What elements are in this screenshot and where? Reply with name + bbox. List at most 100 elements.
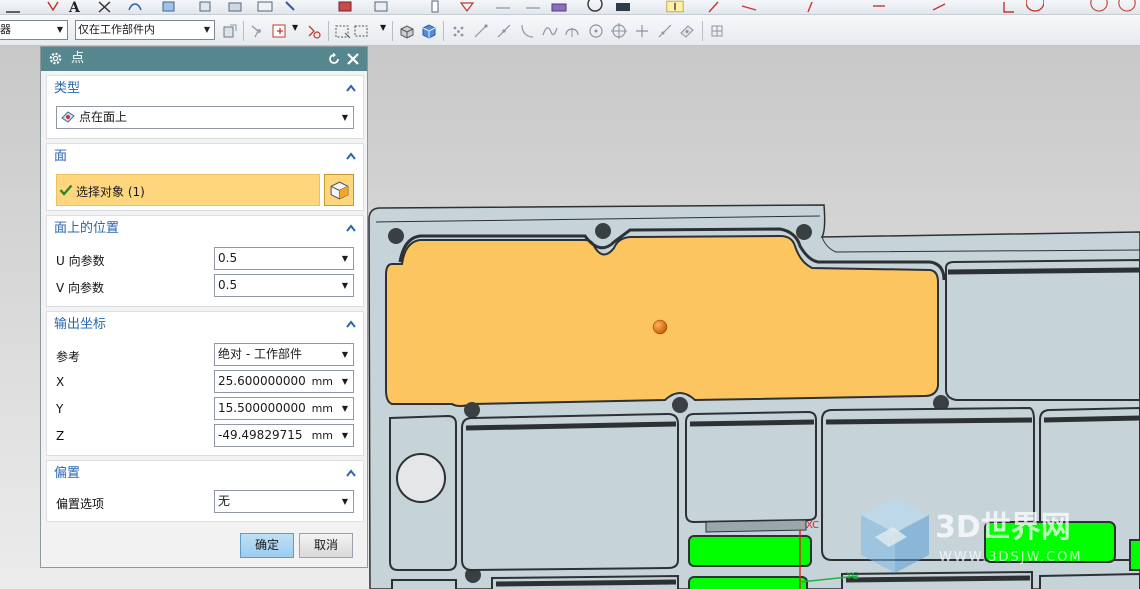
toolbar-separator (702, 21, 703, 41)
toolbar-icon[interactable] (740, 0, 758, 13)
x-value: 25.600000000 (218, 374, 306, 388)
toolbar-icon[interactable] (706, 0, 724, 13)
ok-button[interactable]: 确定 (240, 533, 294, 558)
text-icon[interactable]: A (66, 0, 84, 13)
select-object-row[interactable]: 选择对象 (1) (56, 174, 320, 206)
toolbar-icon[interactable] (586, 0, 604, 13)
general-selection-icon[interactable] (221, 22, 239, 40)
y-coordinate-input[interactable]: 15.500000000 mm ▼ (214, 397, 354, 420)
toolbar-icon[interactable] (550, 0, 568, 13)
offset-option-select[interactable]: 无 ▼ (214, 490, 354, 513)
chevron-up-icon[interactable] (345, 318, 357, 330)
section-offset-header[interactable]: 偏置 (47, 461, 363, 487)
offset-option-label: 偏置选项 (56, 497, 105, 511)
toolbar-icon[interactable] (336, 0, 354, 13)
section-face-header[interactable]: 面 (47, 144, 363, 170)
toolbar-icon[interactable] (372, 0, 390, 13)
z-coordinate-input[interactable]: -49.49829715 mm ▼ (214, 424, 354, 447)
toolbar-icon[interactable] (458, 0, 476, 13)
chevron-up-icon[interactable] (345, 222, 357, 234)
arc-center-icon[interactable] (563, 22, 581, 40)
toolbar-icon[interactable] (282, 0, 300, 13)
toolbar-icon[interactable] (1090, 0, 1108, 13)
quadrant-point-icon[interactable] (587, 22, 605, 40)
intersection-point-icon[interactable] (541, 22, 559, 40)
point-snap-icon[interactable] (450, 22, 468, 40)
gear-icon[interactable] (48, 51, 63, 66)
end-point-icon[interactable] (472, 22, 490, 40)
chevron-down-icon: ▼ (337, 344, 353, 365)
control-point-icon[interactable] (518, 22, 536, 40)
toolbar-icon[interactable] (870, 0, 888, 13)
toolbar-icon[interactable] (44, 0, 62, 13)
type-select[interactable]: 点在面上 ▼ (56, 106, 354, 129)
chevron-down-icon: ▼ (203, 25, 211, 34)
selection-scope-select[interactable]: 仅在工作部件内 ▼ (75, 20, 215, 40)
toolbar-icon[interactable] (804, 0, 822, 13)
point-on-curve-icon[interactable] (633, 22, 651, 40)
toolbar-icon[interactable] (426, 0, 444, 13)
section-type-header[interactable]: 类型 (47, 76, 363, 102)
type-filter-select[interactable]: 器 ▼ (0, 20, 68, 40)
triad-x-label: XC (806, 520, 819, 531)
cancel-button[interactable]: 取消 (299, 533, 353, 558)
x-coordinate-input[interactable]: 25.600000000 mm ▼ (214, 370, 354, 393)
face-body-icon[interactable] (420, 22, 438, 40)
mid-point-icon[interactable] (495, 22, 513, 40)
selection-scope-value: 仅在工作部件内 (78, 23, 155, 36)
reset-icon[interactable] (327, 52, 341, 66)
toolbar-icon[interactable] (614, 0, 632, 13)
u-param-input[interactable]: 0.5 ▼ (214, 247, 354, 270)
scissors-icon[interactable] (96, 0, 114, 13)
rectangle-select-icon[interactable] (334, 22, 352, 40)
existing-point-icon[interactable] (610, 22, 628, 40)
toolbar-icon[interactable] (524, 0, 542, 13)
section-position-header[interactable]: 面上的位置 (47, 216, 363, 242)
rectangle-select-icon[interactable] (352, 22, 370, 40)
dialog-title-bar[interactable]: 点 (41, 47, 367, 71)
y-label: Y (56, 402, 64, 416)
chevron-down-icon[interactable]: ▼ (292, 23, 298, 32)
toolbar-icon[interactable] (1000, 0, 1018, 13)
toolbar-icon[interactable] (256, 0, 274, 13)
show-hide-icon[interactable] (305, 22, 323, 40)
toolbar-icon[interactable] (666, 0, 684, 13)
reference-label: 参考 (56, 350, 81, 364)
v-param-label: V 向参数 (56, 281, 105, 295)
toolbar-icon[interactable] (4, 0, 22, 13)
select-face-button[interactable] (324, 174, 354, 206)
green-face (688, 576, 808, 589)
grid-icon[interactable] (708, 22, 726, 40)
point-on-curve-icon[interactable] (656, 22, 674, 40)
snap-point-icon[interactable] (249, 22, 267, 40)
type-select-value: 点在面上 (79, 110, 128, 124)
v-param-input[interactable]: 0.5 ▼ (214, 274, 354, 297)
section-output-header[interactable]: 输出坐标 (47, 312, 363, 338)
close-icon[interactable] (346, 52, 360, 66)
toolbar-icon[interactable] (1026, 0, 1044, 13)
toolbar-icon[interactable] (494, 0, 512, 13)
section-offset: 偏置 偏置选项 无 ▼ (46, 460, 364, 522)
point-marker[interactable] (652, 319, 668, 335)
chevron-up-icon[interactable] (345, 82, 357, 94)
chevron-down-icon[interactable]: ▼ (380, 23, 386, 32)
chevron-up-icon[interactable] (345, 467, 357, 479)
toolbar-icon[interactable] (196, 0, 214, 13)
reference-select[interactable]: 绝对 - 工作部件 ▼ (214, 343, 354, 366)
bolt-hole (595, 223, 611, 239)
toolbar-icon[interactable] (930, 0, 948, 13)
toolbar-icon[interactable] (160, 0, 178, 13)
svg-text:A: A (68, 0, 81, 13)
toolbar-icon[interactable] (126, 0, 144, 13)
top-toolbar-strip: A (0, 0, 1140, 15)
selection-scope-icon[interactable] (271, 22, 289, 40)
toolbar-separator (392, 21, 393, 41)
toolbar-icon[interactable] (226, 0, 244, 13)
u-param-value: 0.5 (218, 251, 238, 265)
point-on-face-icon[interactable] (678, 22, 696, 40)
z-label: Z (56, 429, 65, 443)
cube-face-icon (330, 181, 349, 200)
chevron-up-icon[interactable] (345, 150, 357, 162)
solid-body-icon[interactable] (398, 22, 416, 40)
toolbar-icon[interactable] (1118, 0, 1136, 13)
